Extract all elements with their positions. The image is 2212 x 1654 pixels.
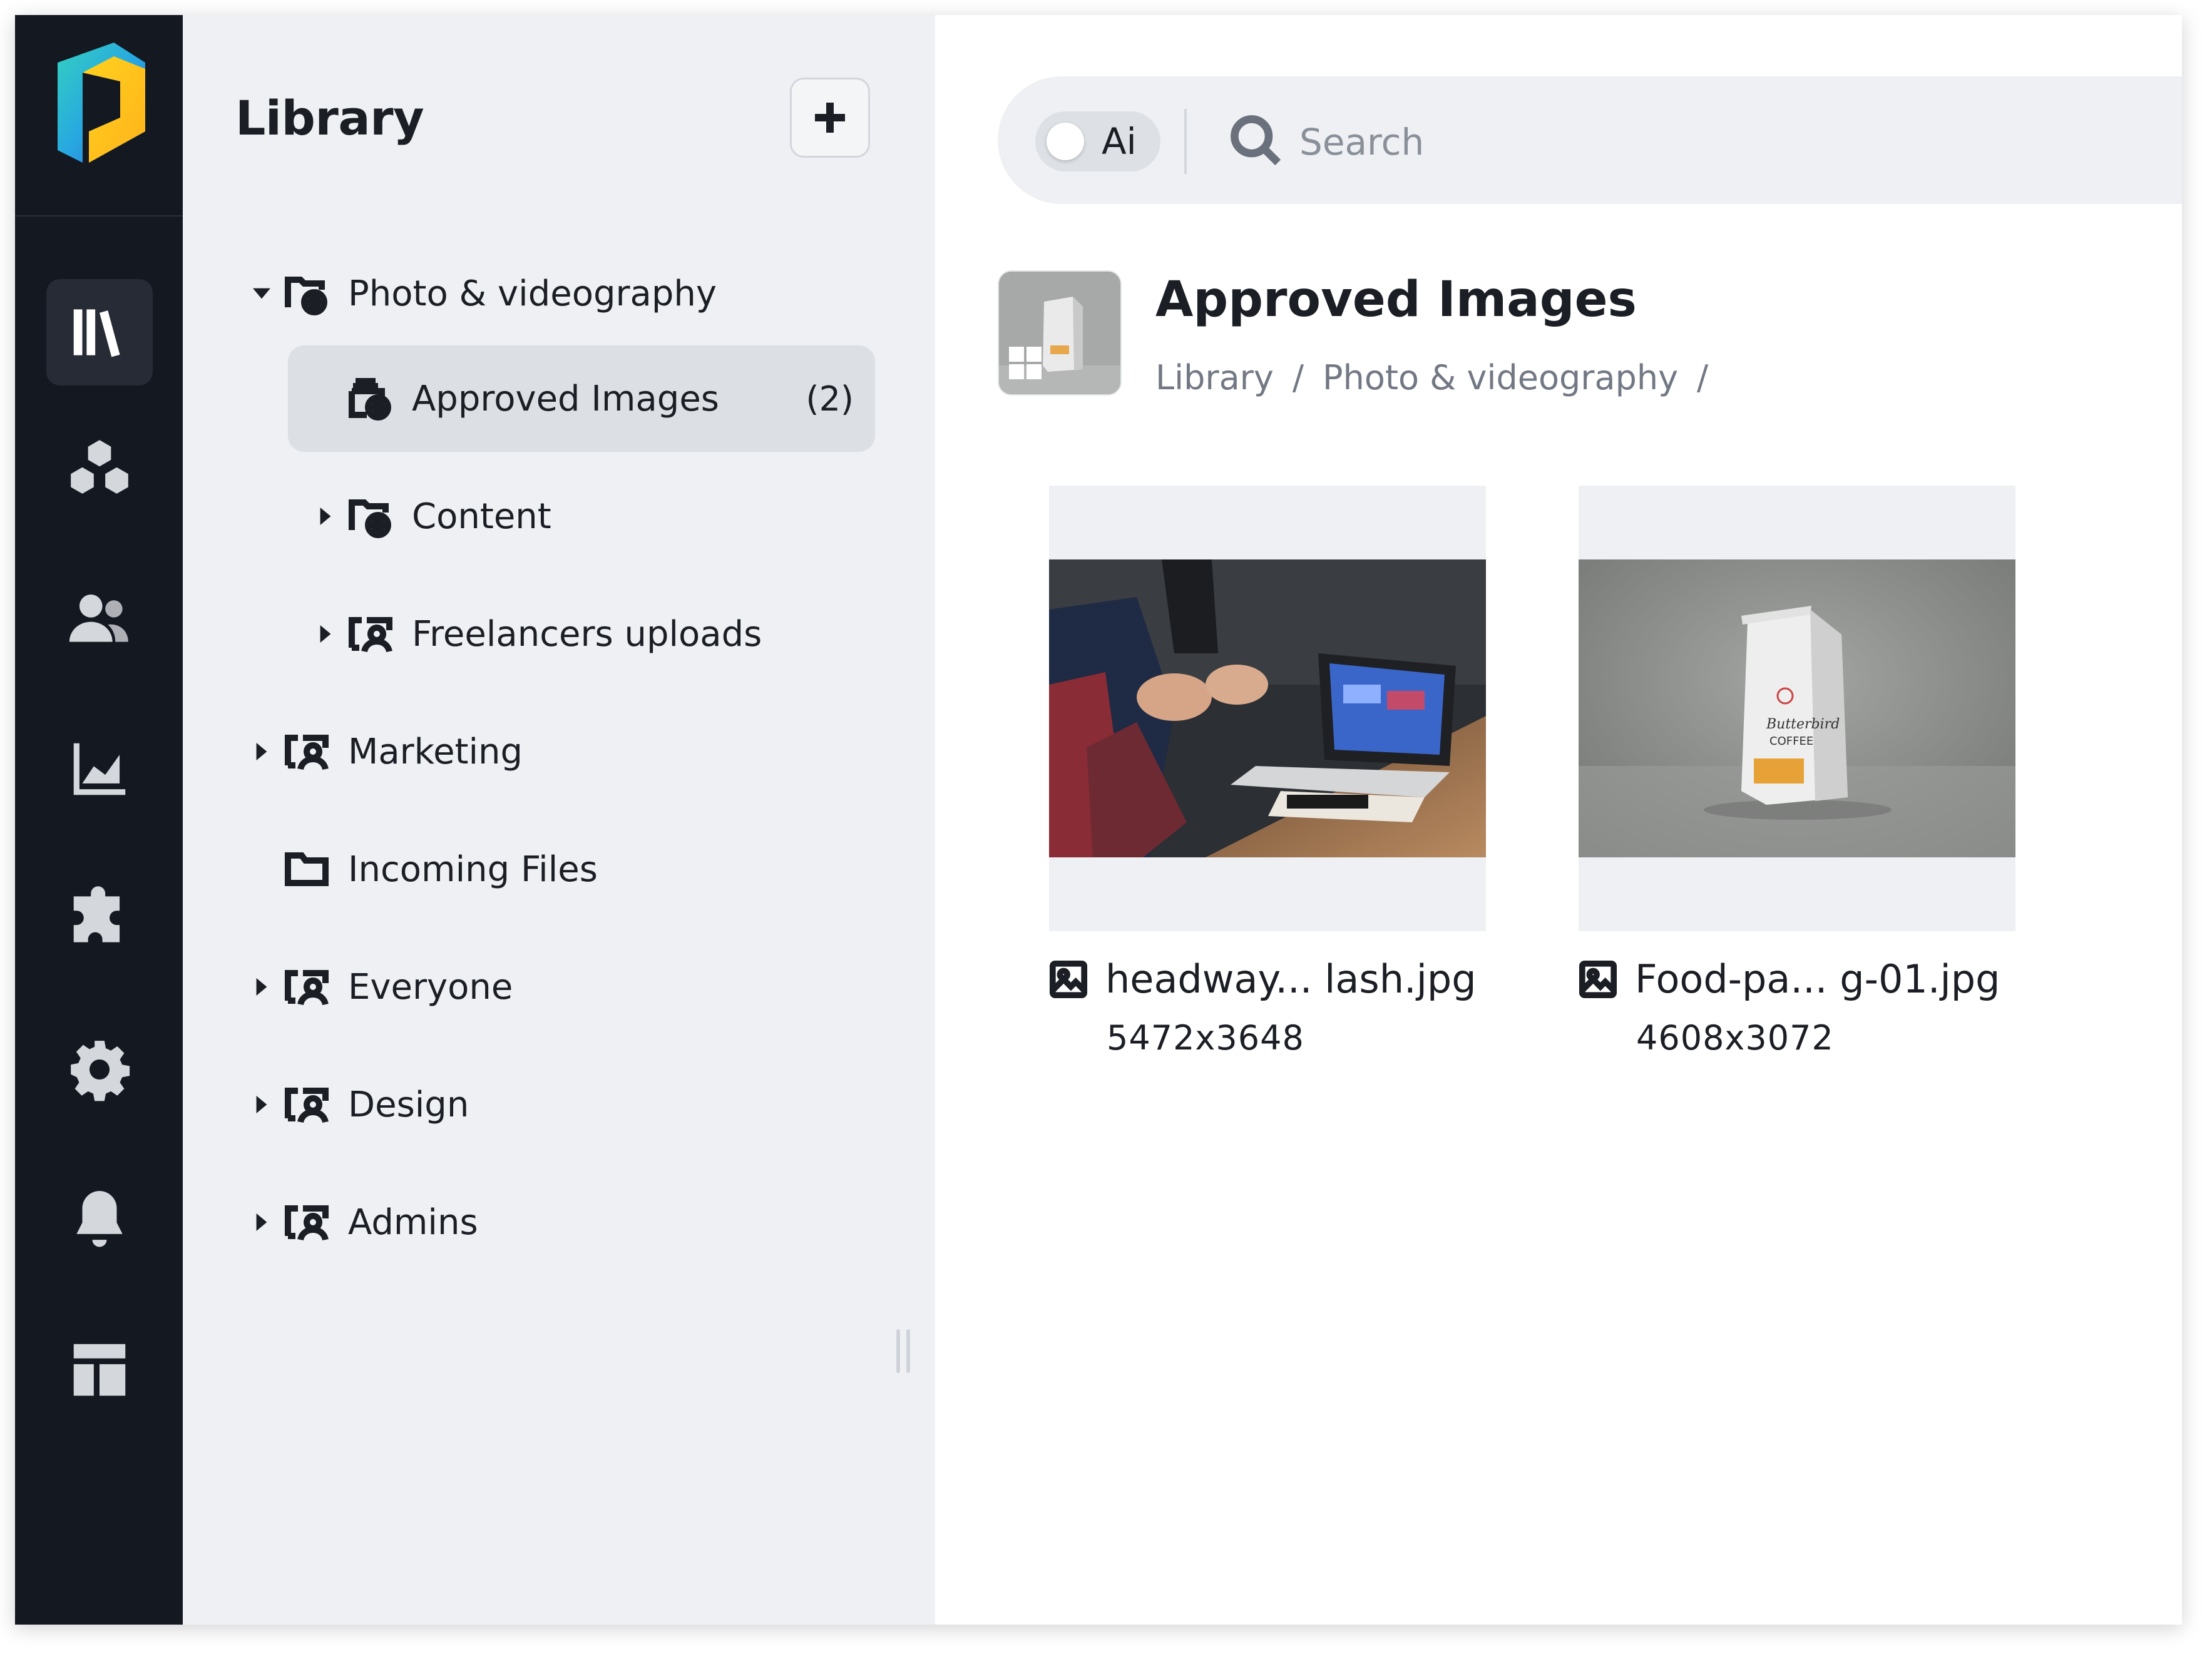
caret-right-icon[interactable] [243, 1096, 280, 1113]
asset-dimensions: 5472x3648 [1107, 1018, 1304, 1058]
asset-dimensions: 4608x3072 [1636, 1018, 1834, 1058]
folder-globe-icon [348, 494, 393, 539]
ai-toggle-label: Ai [1102, 120, 1137, 163]
folder-globe-icon [284, 271, 329, 316]
image-file-icon [1049, 960, 1088, 999]
search-input[interactable] [1298, 111, 2052, 173]
add-folder-button[interactable] [790, 78, 870, 158]
users-icon[interactable] [46, 566, 153, 672]
notifications-icon[interactable] [46, 1166, 153, 1273]
svg-text:Butterbird: Butterbird [1766, 717, 1840, 732]
asset-filename[interactable]: headway... lash.jpg [1105, 956, 1477, 1002]
folder-user-icon [284, 729, 329, 774]
caret-right-icon[interactable] [243, 743, 280, 760]
layout-icon[interactable] [46, 1317, 153, 1423]
analytics-icon[interactable] [46, 716, 153, 822]
folder-user-icon [284, 1200, 329, 1245]
tree-item-label: Admins [348, 1202, 478, 1243]
panel-resize-handle[interactable] [894, 1329, 913, 1373]
asset-filename[interactable]: Food-pa... g-01.jpg [1635, 956, 2000, 1002]
folder-user-icon [348, 611, 393, 656]
folder-title: Approved Images [1155, 272, 1637, 328]
tree-item-label: Everyone [348, 966, 513, 1008]
tree-item-design[interactable]: Design [243, 1051, 869, 1158]
item-count-badge: (2) [806, 379, 854, 419]
icon-rail [15, 15, 183, 1625]
tree-item-label: Content [412, 496, 551, 537]
tree-item-everyone[interactable]: Everyone [243, 934, 869, 1040]
search-divider [1184, 109, 1187, 174]
library-icon[interactable] [46, 279, 153, 385]
assets-icon[interactable] [46, 416, 153, 522]
folder-cover-thumbnail [998, 270, 1122, 396]
caret-right-icon[interactable] [307, 625, 344, 643]
collection-globe-icon [348, 376, 393, 421]
asset-card[interactable]: Butterbird COFFEE Food-pa... g-01.jpg 46… [1579, 486, 2015, 1058]
tree-item-label: Approved Images [412, 378, 719, 419]
folder-icon [284, 847, 329, 892]
breadcrumb: Library / Photo & videography / [1155, 358, 1727, 397]
rail-divider [15, 215, 183, 217]
tree-item-incoming-files[interactable]: Incoming Files [243, 816, 869, 922]
breadcrumb-library[interactable]: Library [1155, 358, 1274, 397]
app-window: Library Photo & videography Approved Ima… [15, 15, 2182, 1625]
tree-item-label: Design [348, 1084, 469, 1125]
tree-item-label: Photo & videography [348, 273, 717, 314]
main-content: Ai Approved Images Library [935, 15, 2182, 1625]
plus-icon [815, 103, 845, 133]
breadcrumb-photo-videography[interactable]: Photo & videography [1323, 358, 1678, 397]
asset-thumbnail[interactable] [1049, 486, 1486, 931]
settings-icon[interactable] [46, 1016, 153, 1123]
search-icon [1229, 114, 1282, 166]
caret-right-icon[interactable] [243, 978, 280, 996]
image-file-icon [1579, 960, 1617, 999]
caret-right-icon[interactable] [243, 1213, 280, 1231]
tree-item-photo-videography[interactable]: Photo & videography [243, 240, 875, 347]
svg-text:COFFEE: COFFEE [1769, 735, 1813, 748]
tree-item-label: Incoming Files [348, 849, 598, 890]
tree-item-label: Freelancers uploads [412, 613, 762, 655]
asset-card[interactable]: headway... lash.jpg 5472x3648 [1049, 486, 1486, 1058]
tree-item-admins[interactable]: Admins [243, 1169, 869, 1275]
library-panel: Library Photo & videography Approved Ima… [183, 15, 935, 1625]
breadcrumb-separator: / [1292, 358, 1304, 397]
breadcrumb-separator: / [1697, 358, 1709, 397]
ai-toggle[interactable]: Ai [1035, 111, 1160, 171]
integrations-icon[interactable] [46, 866, 153, 972]
folder-user-icon [284, 1082, 329, 1127]
tree-item-label: Marketing [348, 731, 523, 772]
folder-user-icon [284, 964, 329, 1009]
toggle-knob [1047, 123, 1084, 160]
tree-item-marketing[interactable]: Marketing [243, 698, 869, 805]
tree-item-approved-images[interactable]: Approved Images (2) [288, 345, 875, 452]
asset-thumbnail[interactable]: Butterbird COFFEE [1579, 486, 2015, 931]
caret-down-icon[interactable] [243, 285, 280, 302]
tree-item-content[interactable]: Content [307, 463, 870, 569]
library-title: Library [235, 90, 424, 146]
caret-right-icon[interactable] [307, 508, 344, 525]
tree-item-freelancers-uploads[interactable]: Freelancers uploads [307, 581, 870, 687]
brand-logo[interactable] [45, 38, 158, 175]
search-bar: Ai [998, 76, 2182, 204]
